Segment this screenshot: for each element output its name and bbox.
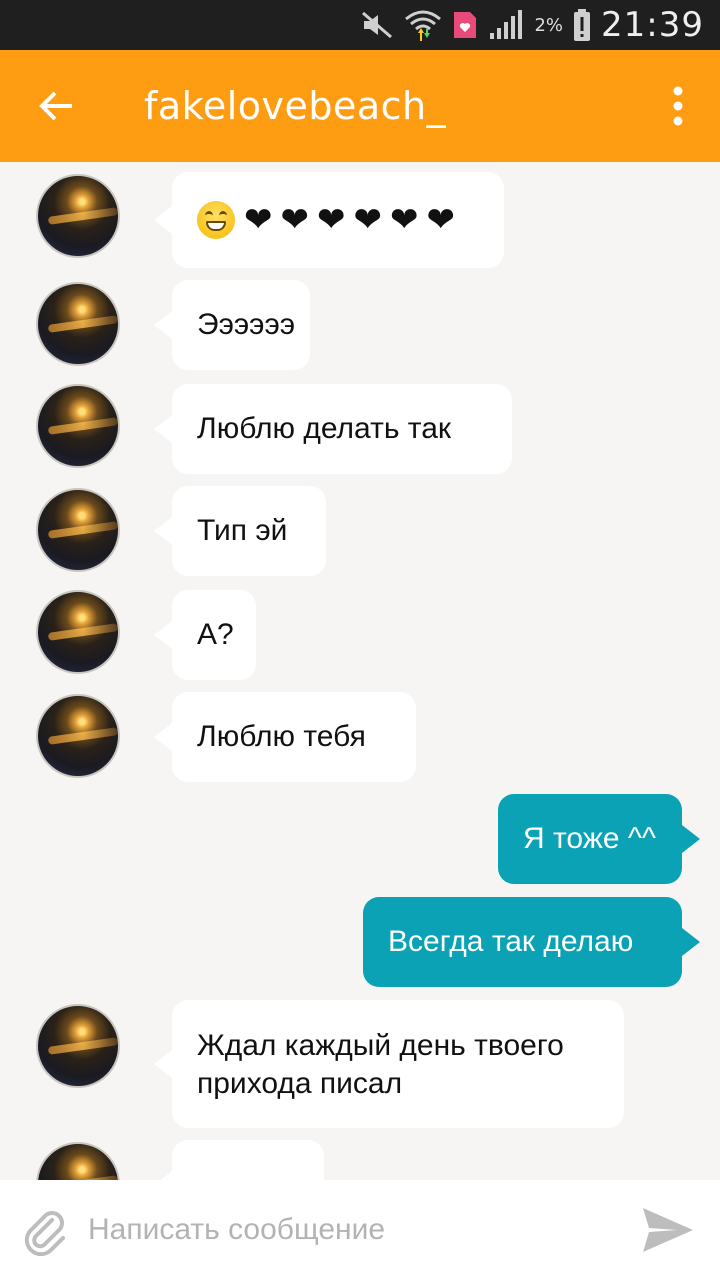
black-heart-icon: ❤ xyxy=(280,200,310,240)
message-text: Ээээээ xyxy=(197,308,296,341)
message-bubble-incoming[interactable]: Д xyxy=(154,1140,324,1180)
message-list[interactable]: ❤ ❤ ❤ ❤ ❤ ❤ Ээээээ Люблю делать так Тип … xyxy=(0,162,720,1180)
message-text: Люблю тебя xyxy=(197,720,366,753)
signal-icon xyxy=(488,9,524,41)
notification-icon xyxy=(452,10,478,40)
avatar[interactable] xyxy=(36,488,120,572)
message-text: Я тоже ^^ xyxy=(523,822,656,855)
message-text: Всегда так делаю xyxy=(388,925,634,958)
battery-low-icon xyxy=(573,8,591,42)
paperclip-icon xyxy=(24,1211,65,1256)
status-icons: 2% 21:39 xyxy=(360,0,704,50)
message-bubble-incoming[interactable]: Люблю делать так xyxy=(154,384,512,474)
send-button[interactable] xyxy=(638,1202,698,1258)
send-icon xyxy=(643,1208,693,1252)
black-heart-icon: ❤ xyxy=(426,200,456,240)
arrow-left-icon xyxy=(39,91,72,121)
battery-percent: 2% xyxy=(534,14,564,36)
message-text: А? xyxy=(197,618,234,651)
more-vertical-icon xyxy=(673,86,683,126)
message-bubble-incoming[interactable]: А? xyxy=(154,590,256,680)
message-composer xyxy=(0,1180,720,1280)
grinning-face-icon xyxy=(197,201,235,239)
chat-title: fakelovebeach_ xyxy=(144,84,447,128)
avatar[interactable] xyxy=(36,174,120,258)
message-text: Тип эй xyxy=(197,514,288,547)
avatar[interactable] xyxy=(36,384,120,468)
clock: 21:39 xyxy=(601,5,704,45)
message-bubble-outgoing[interactable]: Всегда так делаю xyxy=(363,897,700,987)
back-button[interactable] xyxy=(26,78,86,134)
message-bubble-incoming[interactable]: ❤ ❤ ❤ ❤ ❤ ❤ xyxy=(154,172,504,268)
emoji-message: ❤ ❤ ❤ ❤ ❤ ❤ xyxy=(197,201,458,239)
app-bar: fakelovebeach_ xyxy=(0,50,720,162)
avatar[interactable] xyxy=(36,590,120,674)
avatar[interactable] xyxy=(36,282,120,366)
message-text: Ждал каждый день твоего прихода писал xyxy=(197,1029,564,1100)
message-text: Люблю делать так xyxy=(197,412,452,445)
black-heart-icon: ❤ xyxy=(353,200,383,240)
wifi-icon xyxy=(404,7,442,43)
black-heart-icon: ❤ xyxy=(390,200,419,240)
more-options-button[interactable] xyxy=(666,82,690,130)
black-heart-icon: ❤ xyxy=(244,200,273,240)
message-bubble-incoming[interactable]: Ждал каждый день твоего прихода писал xyxy=(154,1000,624,1128)
avatar[interactable] xyxy=(36,1142,120,1180)
black-heart-icon: ❤ xyxy=(317,200,346,240)
avatar[interactable] xyxy=(36,694,120,778)
mute-icon xyxy=(360,10,394,40)
status-bar: 2% 21:39 xyxy=(0,0,720,50)
message-input[interactable] xyxy=(88,1206,608,1254)
avatar[interactable] xyxy=(36,1004,120,1088)
message-bubble-incoming[interactable]: Люблю тебя xyxy=(154,692,416,782)
message-bubble-outgoing[interactable]: Я тоже ^^ xyxy=(498,794,700,884)
message-bubble-incoming[interactable]: Ээээээ xyxy=(154,280,310,370)
message-bubble-incoming[interactable]: Тип эй xyxy=(154,486,326,576)
attach-button[interactable] xyxy=(20,1208,72,1256)
